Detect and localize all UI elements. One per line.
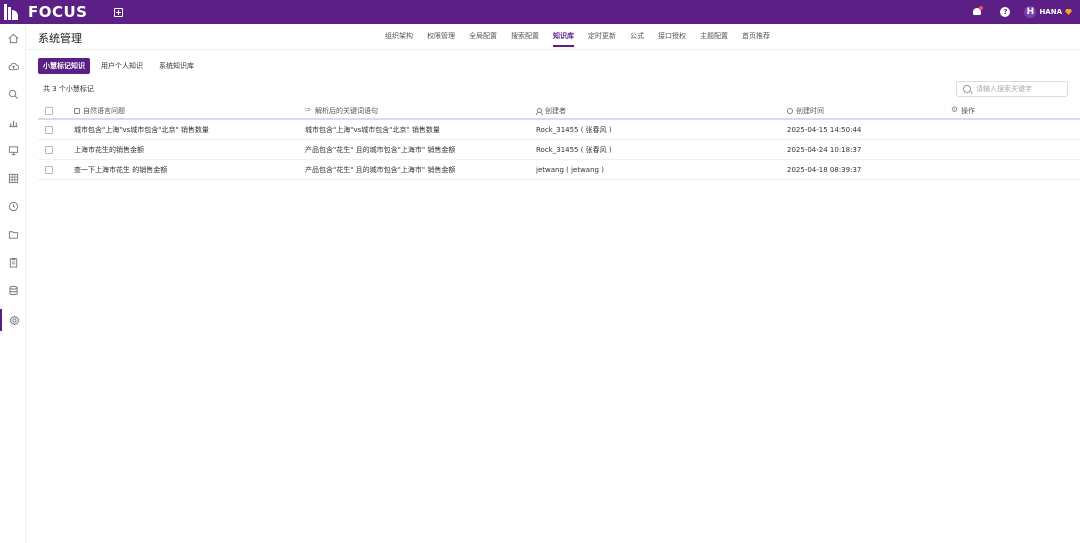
creator-cell: Rock_31455 ( 张春风 ) bbox=[536, 145, 612, 154]
tab-formula[interactable]: 公式 bbox=[630, 31, 644, 47]
notification-bell-icon[interactable] bbox=[972, 6, 984, 17]
tab-api-auth[interactable]: 接口授权 bbox=[658, 31, 686, 47]
cloud-upload-icon bbox=[8, 62, 19, 70]
gear-icon bbox=[951, 105, 958, 114]
tab-permissions[interactable]: 权限管理 bbox=[427, 31, 455, 47]
avatar[interactable]: H bbox=[1024, 6, 1037, 18]
help-icon[interactable]: ? bbox=[1000, 7, 1011, 17]
subtab-marked-knowledge[interactable]: 小慧标记知识 bbox=[38, 58, 90, 74]
sidebar-item-search[interactable] bbox=[0, 83, 26, 105]
column-header-creator[interactable]: 创建者 bbox=[536, 106, 566, 116]
sidebar-item-dashboard[interactable] bbox=[0, 139, 26, 161]
page-title: 系统管理 bbox=[38, 32, 82, 45]
vip-gem-icon bbox=[1065, 9, 1072, 15]
row-checkbox[interactable] bbox=[45, 145, 53, 154]
table-row[interactable]: 查一下上海市花生 的销售金额 产品包含"花生" 且的城市包含"上海市" 销售金额… bbox=[38, 160, 1080, 180]
clock-icon bbox=[787, 108, 793, 114]
search-box[interactable] bbox=[956, 81, 1068, 97]
sidebar-item-upload[interactable] bbox=[0, 55, 26, 77]
table-icon bbox=[8, 173, 18, 183]
select-all-checkbox[interactable] bbox=[45, 107, 53, 115]
tab-theme-config[interactable]: 主题配置 bbox=[700, 31, 728, 47]
column-header-actions: 操作 bbox=[951, 105, 975, 116]
knowledge-table: 自然语言问题 解析后的关键词语句 创建者 创建时间 操作 城市包含"上海"vs城… bbox=[38, 104, 1080, 180]
search-icon bbox=[8, 89, 18, 99]
clock-icon bbox=[8, 201, 18, 211]
sidebar bbox=[0, 24, 26, 543]
question-cell: 查一下上海市花生 的销售金额 bbox=[74, 165, 168, 174]
column-header-created[interactable]: 创建时间 bbox=[787, 106, 824, 116]
sidebar-item-analysis[interactable] bbox=[0, 111, 26, 133]
sidebar-item-reports[interactable] bbox=[0, 251, 26, 273]
sidebar-item-data-table[interactable] bbox=[0, 167, 26, 189]
chart-icon bbox=[8, 120, 18, 127]
question-cell: 城市包含"上海"vs城市包含"北京" 销售数量 bbox=[74, 125, 209, 134]
subtab-user-knowledge[interactable]: 用户个人知识 bbox=[96, 58, 148, 74]
question-cell: 上海市花生的销售金额 bbox=[74, 145, 144, 154]
tab-global-config[interactable]: 全局配置 bbox=[469, 31, 497, 47]
parsed-cell: 产品包含"花生" 且的城市包含"上海市" 销售金额 bbox=[305, 165, 456, 174]
settings-icon bbox=[9, 314, 19, 326]
column-header-question[interactable]: 自然语言问题 bbox=[74, 106, 125, 116]
tab-knowledge-base[interactable]: 知识库 bbox=[553, 31, 574, 47]
top-nav: 组织架构 权限管理 全局配置 搜索配置 知识库 定时更新 公式 接口授权 主题配… bbox=[385, 31, 784, 47]
search-icon bbox=[963, 85, 971, 93]
record-count: 共 3 个小慧标记 bbox=[43, 85, 94, 93]
sidebar-item-home[interactable] bbox=[0, 27, 26, 49]
monitor-icon bbox=[8, 145, 18, 155]
tab-scheduled-update[interactable]: 定时更新 bbox=[588, 31, 616, 47]
header-divider bbox=[26, 49, 1080, 50]
new-tab-icon[interactable] bbox=[113, 7, 123, 17]
logo-mark-icon bbox=[4, 4, 22, 20]
folder-icon bbox=[8, 230, 18, 239]
created-cell: 2025-04-24 10:18:37 bbox=[787, 145, 862, 154]
creator-cell: jetwang ( jetwang ) bbox=[536, 165, 604, 174]
table-row[interactable]: 城市包含"上海"vs城市包含"北京" 销售数量 城市包含"上海"vs城市包含"北… bbox=[38, 120, 1080, 140]
home-icon bbox=[8, 33, 18, 43]
top-bar: FOCUS ? H HANA bbox=[0, 0, 1080, 24]
sidebar-item-history[interactable] bbox=[0, 195, 26, 217]
sidebar-item-database[interactable] bbox=[0, 279, 26, 301]
question-column-icon bbox=[74, 108, 80, 114]
user-icon bbox=[536, 108, 543, 115]
creator-cell: Rock_31455 ( 张春风 ) bbox=[536, 125, 612, 134]
arrow-right-icon bbox=[304, 105, 312, 114]
logo[interactable]: FOCUS bbox=[0, 0, 88, 24]
tab-home-recommend[interactable]: 首页推荐 bbox=[742, 31, 770, 47]
created-cell: 2025-04-18 08:39:37 bbox=[787, 165, 862, 174]
table-row[interactable]: 上海市花生的销售金额 产品包含"花生" 且的城市包含"上海市" 销售金额 Roc… bbox=[38, 140, 1080, 160]
user-name[interactable]: HANA bbox=[1039, 8, 1062, 16]
row-checkbox[interactable] bbox=[45, 165, 53, 174]
subtab-system-knowledge[interactable]: 系统知识库 bbox=[154, 58, 199, 74]
search-input[interactable] bbox=[976, 85, 1066, 93]
parsed-cell: 产品包含"花生" 且的城市包含"上海市" 销售金额 bbox=[305, 145, 456, 154]
database-icon bbox=[8, 285, 18, 295]
column-header-parsed[interactable]: 解析后的关键词语句 bbox=[304, 105, 378, 116]
sub-tabs: 小慧标记知识 用户个人知识 系统知识库 bbox=[38, 58, 205, 74]
table-header: 自然语言问题 解析后的关键词语句 创建者 创建时间 操作 bbox=[38, 104, 1080, 120]
logo-text: FOCUS bbox=[28, 3, 88, 21]
row-checkbox[interactable] bbox=[45, 125, 53, 134]
parsed-cell: 城市包含"上海"vs城市包含"北京" 销售数量 bbox=[305, 125, 440, 134]
sidebar-item-files[interactable] bbox=[0, 223, 26, 245]
tab-org-structure[interactable]: 组织架构 bbox=[385, 31, 413, 47]
sidebar-item-settings[interactable] bbox=[0, 309, 26, 331]
clipboard-icon bbox=[9, 257, 17, 268]
tab-search-config[interactable]: 搜索配置 bbox=[511, 31, 539, 47]
created-cell: 2025-04-15 14:50:44 bbox=[787, 125, 862, 134]
